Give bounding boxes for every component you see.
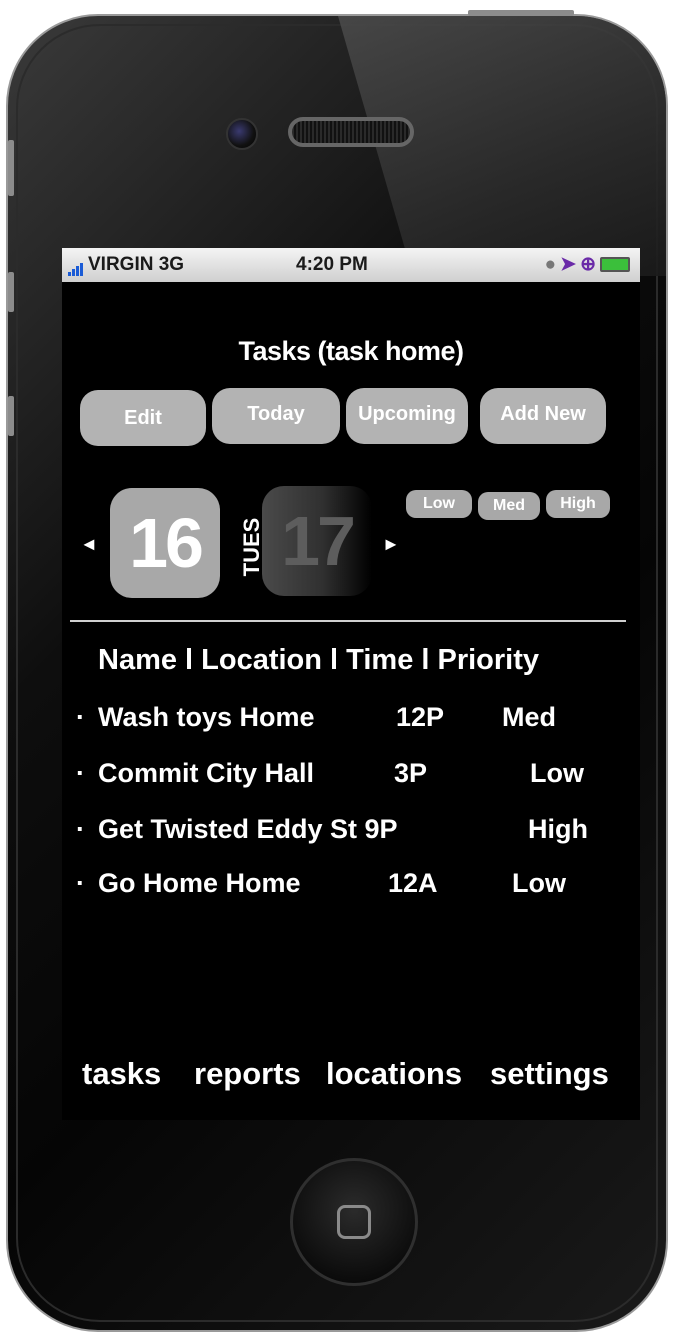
power-button[interactable]: [468, 10, 574, 16]
priority-high-button[interactable]: High: [546, 490, 610, 518]
task-priority: Med: [502, 702, 556, 732]
task-priority: Low: [512, 868, 566, 898]
upcoming-button[interactable]: Upcoming: [346, 388, 468, 444]
carrier-text: VIRGIN 3G: [88, 254, 185, 275]
row-bullet: ·: [76, 868, 85, 898]
carrier-label: VIRGIN 3G: [68, 254, 184, 276]
mute-switch[interactable]: [8, 140, 14, 196]
section-divider: [70, 620, 626, 622]
previous-day-arrow-icon[interactable]: ◄: [80, 534, 98, 555]
tab-settings[interactable]: settings: [490, 1056, 609, 1092]
battery-icon: [600, 257, 630, 273]
priority-low-button[interactable]: Low: [406, 490, 472, 518]
today-button[interactable]: Today: [212, 388, 340, 444]
tab-locations[interactable]: locations: [326, 1056, 462, 1092]
task-name: Wash toys Home: [98, 702, 315, 732]
alarm-icon: ⊕: [580, 254, 600, 275]
row-bullet: ·: [76, 814, 85, 844]
task-time: 12A: [388, 868, 438, 898]
status-bar: VIRGIN 3G 4:20 PM ●➤⊕: [62, 248, 640, 282]
front-camera: [226, 118, 258, 150]
row-bullet: ·: [76, 702, 85, 732]
next-day-arrow-icon[interactable]: ►: [382, 534, 400, 555]
location-arrow-icon: ➤: [560, 254, 581, 275]
app-screen: VIRGIN 3G 4:20 PM ●➤⊕ Tasks (task home) …: [62, 248, 640, 1120]
add-new-button[interactable]: Add New: [480, 388, 606, 444]
home-square-icon: [337, 1205, 371, 1239]
tab-reports[interactable]: reports: [194, 1056, 301, 1092]
task-table-header: Name l Location l Time l Priority: [98, 644, 540, 676]
task-time: 3P: [394, 758, 428, 788]
task-time: 12P: [396, 702, 445, 732]
current-date-card[interactable]: 16: [110, 488, 220, 598]
home-button[interactable]: [290, 1158, 418, 1286]
priority-med-button[interactable]: Med: [478, 492, 540, 520]
edit-button[interactable]: Edit: [80, 390, 206, 446]
volume-up-button[interactable]: [8, 272, 14, 312]
task-name: Get Twisted Eddy St 9P: [98, 814, 398, 844]
tab-tasks[interactable]: tasks: [82, 1056, 161, 1092]
page-title: Tasks (task home): [238, 336, 464, 366]
row-bullet: ·: [76, 758, 85, 788]
signal-bars-icon: [68, 254, 84, 276]
status-icons: ●➤⊕: [545, 253, 630, 276]
task-priority: High: [528, 814, 588, 844]
task-name: Commit City Hall: [98, 758, 315, 788]
status-time: 4:20 PM: [296, 254, 368, 275]
task-priority: Low: [530, 758, 584, 788]
next-date-card[interactable]: 17: [262, 486, 372, 596]
lock-icon: ●: [544, 254, 561, 275]
earpiece-speaker: [288, 117, 414, 147]
task-name: Go Home Home: [98, 868, 301, 898]
volume-down-button[interactable]: [8, 396, 14, 436]
